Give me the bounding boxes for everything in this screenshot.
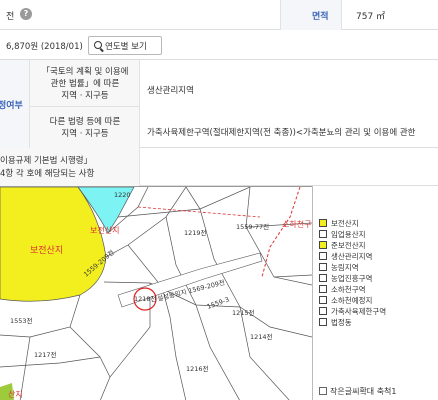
legend-item: 보전산지	[319, 218, 359, 228]
legend-swatch	[319, 296, 327, 304]
search-icon	[94, 41, 102, 49]
legend-item: 법정동	[319, 317, 352, 327]
jimok-value: 전	[6, 12, 15, 22]
enlarge-text-checkbox[interactable]	[319, 387, 327, 395]
parcel-1216: 1216전	[186, 364, 209, 373]
legend-swatch	[319, 252, 327, 260]
legend-swatch	[319, 219, 327, 227]
legend-label: 준보전산지	[331, 241, 366, 250]
year-view-button[interactable]: 연도별 보기	[88, 36, 162, 55]
area-label-cell: 면적	[280, 0, 342, 30]
legend-options-label: 작은글씨확대 축척1	[330, 387, 397, 396]
legend-item: 임업용산지	[319, 229, 366, 239]
legend-item: 소하천구역	[319, 284, 366, 294]
national-law-header: 「국토의 계획 및 이용에 관한 법률」에 따른 지역 · 지구등	[30, 60, 140, 107]
parcel-1219: 1219전	[184, 228, 207, 237]
legend-swatch	[319, 230, 327, 238]
legend-label: 생산관리지역	[331, 252, 373, 261]
legend-item: 농업진흥구역	[319, 273, 372, 283]
legend-item: 준보전산지	[319, 240, 366, 250]
land-use-section: 정여부 「국토의 계획 및 이용에 관한 법률」에 따른 지역 · 지구등 생산…	[0, 60, 438, 148]
law1-line2: 관한 법률」에 따른	[50, 79, 120, 89]
official-price: 6,870원 (2018/01)	[6, 42, 83, 52]
legend-label: 농림지역	[331, 263, 359, 272]
cadastral-map[interactable]: 보전산지 보전산지 소하천구 1220 1219전 1559-77전 1559-…	[0, 186, 312, 400]
map-label-preserved-small: 보전산지	[90, 225, 119, 235]
decree-row: 이용규제 기본법 시행령」 4항 각 호에 해당되는 사항	[0, 148, 438, 186]
legend-label: 농업진흥구역	[331, 274, 373, 283]
national-law-value: 생산관리지역	[147, 86, 194, 96]
legend-label: 소하천구역	[331, 285, 366, 294]
legend-swatch	[319, 318, 327, 326]
legend-label: 임업용산지	[331, 230, 366, 239]
law2-line2: 지역 · 지구등	[61, 129, 109, 139]
year-view-label: 연도별 보기	[105, 41, 147, 52]
legend-swatch	[319, 241, 327, 249]
area-value: 757 ㎡	[356, 12, 386, 22]
legend-swatch	[319, 307, 327, 315]
section-header-label: 정여부	[0, 101, 23, 111]
parcel-1220: 1220	[114, 191, 131, 199]
area-label: 면적	[312, 12, 329, 22]
law2-line1: 다른 법령 등에 따른	[49, 117, 121, 127]
law1-line3: 지역 · 지구등	[61, 91, 109, 101]
land-info-row: 전 ? 면적 757 ㎡	[0, 0, 438, 30]
legend-label: 보전산지	[331, 219, 359, 228]
parcel-1217: 1217전	[34, 350, 57, 359]
map-label-forest: 산지	[8, 389, 23, 399]
legend-item: 농림지역	[319, 262, 359, 272]
map-canvas[interactable]: 보전산지 보전산지 소하천구 1220 1219전 1559-77전 1559-…	[0, 187, 312, 400]
map-label-preserved: 보전산지	[30, 245, 63, 256]
legend-item: 생산관리지역	[319, 251, 372, 261]
legend-item: 가축사육제한구역	[319, 306, 386, 316]
decree-line1: 이용규제 기본법 시행령」	[0, 156, 93, 166]
law1-line1: 「국토의 계획 및 이용에	[41, 67, 129, 77]
map-label-stream: 소하천구	[282, 219, 311, 229]
legend-options[interactable]: 작은글씨확대 축척1	[319, 386, 397, 397]
parcel-1218[interactable]: 1218전	[134, 294, 157, 303]
legend-swatch	[319, 263, 327, 271]
legend-label: 법정동	[331, 318, 352, 327]
legend-label: 소하천예정지	[331, 296, 373, 305]
parcel-1214: 1214전	[250, 332, 273, 341]
price-row: 6,870원 (2018/01) 연도별 보기	[0, 30, 438, 60]
legend-item: 소하천예정지	[319, 295, 372, 305]
decree-header: 이용규제 기본법 시행령」 4항 각 호에 해당되는 사항	[0, 148, 140, 186]
other-law-header: 다른 법령 등에 따른 지역 · 지구등	[30, 107, 140, 148]
legend-label: 가축사육제한구역	[331, 307, 387, 316]
parcel-1559-77: 1559-77전	[236, 222, 269, 231]
legend-swatch	[319, 274, 327, 282]
parcel-1215: 1215전	[232, 308, 255, 317]
legend-swatch	[319, 285, 327, 293]
other-law-value: 가축사육제한구역(절대제한지역(전 축종))<가축분뇨의 관리 및 이용에 관한	[147, 128, 416, 138]
decree-line2: 4항 각 호에 해당되는 사항	[0, 169, 95, 179]
section-header: 정여부	[0, 60, 30, 148]
parcel-1553: 1553전	[10, 316, 33, 325]
help-icon[interactable]: ?	[20, 8, 32, 20]
map-legend: 보전산지임업용산지준보전산지생산관리지역농림지역농업진흥구역소하천구역소하천예정…	[312, 186, 438, 400]
